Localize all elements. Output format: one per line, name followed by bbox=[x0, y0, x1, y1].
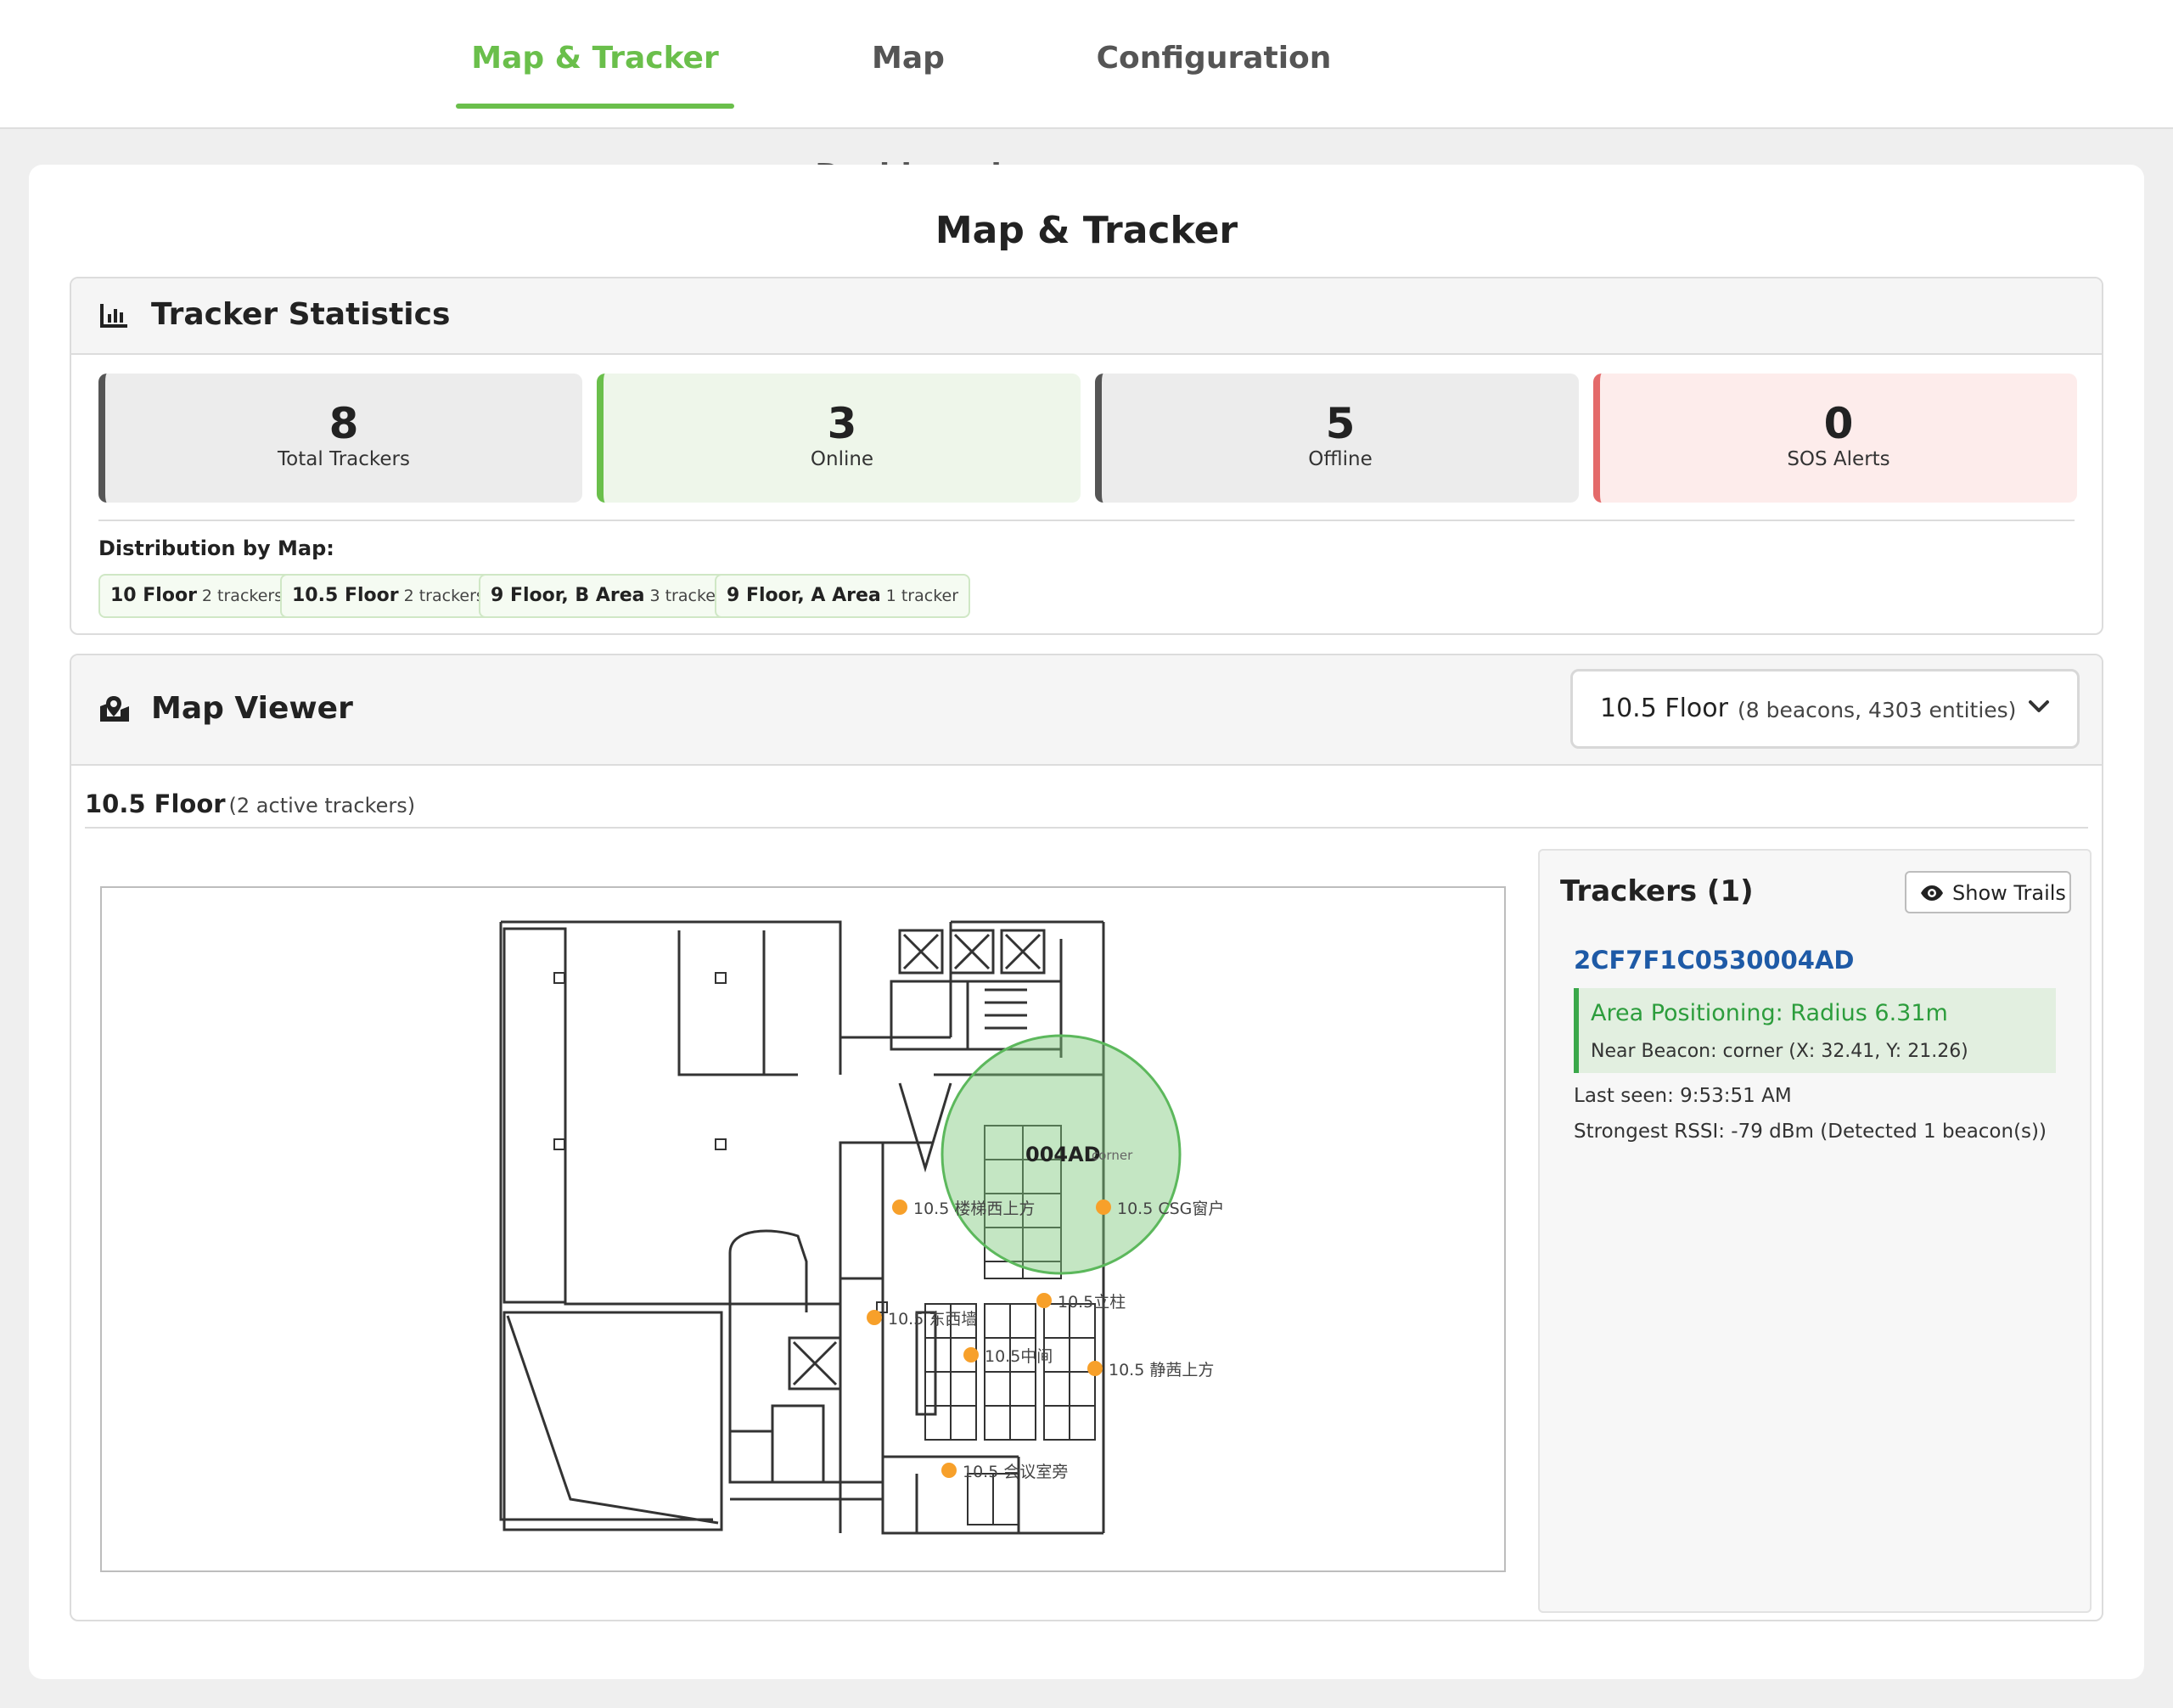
stat-label: Online bbox=[810, 448, 874, 470]
divider bbox=[85, 827, 2088, 829]
floor-map[interactable]: 10.5 楼梯西上方 10.5 CSG窗户 10.5立柱 10.5 东西墙 10… bbox=[100, 886, 1506, 1572]
show-trails-button[interactable]: Show Trails bbox=[1905, 871, 2071, 913]
selected-map-name: 10.5 Floor bbox=[1600, 694, 1728, 723]
tab-map-tracker[interactable]: Map & Tracker bbox=[456, 0, 734, 109]
beacon-label: 10.5 楼梯西上方 bbox=[913, 1200, 1035, 1218]
map-viewer-title: Map Viewer bbox=[151, 691, 353, 726]
main-card: Map & Tracker Tracker Statistics 8 Total… bbox=[29, 165, 2144, 1679]
beacon-label: 10.5 静茜上方 bbox=[1109, 1361, 1214, 1379]
beacon-dot[interactable] bbox=[892, 1200, 907, 1215]
beacon-dot[interactable] bbox=[1036, 1293, 1052, 1308]
beacon-dot[interactable] bbox=[1087, 1361, 1103, 1376]
corner-beacon-label: corner bbox=[1092, 1148, 1133, 1163]
floor-plan-svg[interactable]: 10.5 楼梯西上方 10.5 CSG窗户 10.5立柱 10.5 东西墙 10… bbox=[102, 888, 1504, 1570]
tracker-marker-label[interactable]: 004AD bbox=[1025, 1143, 1101, 1166]
map-viewer-panel: Map Viewer 10.5 Floor (8 beacons, 4303 e… bbox=[70, 654, 2103, 1621]
chip-count: 1 tracker bbox=[885, 587, 959, 605]
chip-count: 2 trackers bbox=[201, 587, 284, 605]
chevron-down-icon bbox=[2026, 694, 2052, 722]
tab-map-dashboard[interactable]: Map Dashboard bbox=[781, 0, 1036, 193]
beacon-dot[interactable] bbox=[941, 1463, 957, 1478]
map-marker-icon bbox=[98, 694, 131, 727]
stat-label: SOS Alerts bbox=[1787, 448, 1890, 470]
floor-heading: 10.5 Floor (2 active trackers) bbox=[85, 789, 415, 818]
tracker-statistics-header: Tracker Statistics bbox=[71, 278, 2102, 355]
stat-label: Offline bbox=[1308, 448, 1373, 470]
stat-value: 3 bbox=[827, 399, 857, 448]
stat-total-trackers: 8 Total Trackers bbox=[98, 374, 582, 503]
distribution-chip[interactable]: 10.5 Floor 2 trackers bbox=[280, 574, 497, 618]
bar-chart-icon bbox=[98, 302, 129, 333]
show-trails-label: Show Trails bbox=[1952, 881, 2066, 905]
stat-label: Total Trackers bbox=[278, 448, 410, 470]
distribution-label: Distribution by Map: bbox=[98, 537, 334, 560]
floor-meta: (2 active trackers) bbox=[228, 794, 416, 817]
chip-name: 10.5 Floor bbox=[292, 585, 399, 606]
beacon-label: 10.5 会议室旁 bbox=[963, 1463, 1068, 1481]
chip-name: 10 Floor bbox=[110, 585, 197, 606]
eye-icon bbox=[1920, 885, 1944, 905]
beacon-label: 10.5 东西墙 bbox=[888, 1310, 977, 1329]
beacon-label: 10.5立柱 bbox=[1058, 1293, 1126, 1312]
tab-configuration[interactable]: Configuration bbox=[1095, 0, 1333, 109]
positioning-text: Area Positioning: Radius 6.31m bbox=[1591, 1000, 1948, 1026]
distribution-chip[interactable]: 9 Floor, A Area 1 tracker bbox=[715, 574, 971, 618]
area-positioning-box: Area Positioning: Radius 6.31m Near Beac… bbox=[1574, 988, 2056, 1073]
beacon-label: 10.5中间 bbox=[985, 1347, 1053, 1366]
beacon-dot[interactable] bbox=[963, 1347, 979, 1362]
chip-count: 2 trackers bbox=[403, 587, 485, 605]
beacon-dot[interactable] bbox=[867, 1310, 882, 1325]
column-markers bbox=[553, 972, 888, 1313]
stat-value: 5 bbox=[1325, 399, 1356, 448]
trackers-panel: Trackers (1) Show Trails 2CF7F1C0530004A… bbox=[1538, 849, 2092, 1613]
chip-name: 9 Floor, B Area bbox=[491, 585, 645, 606]
map-viewer-header: Map Viewer 10.5 Floor (8 beacons, 4303 e… bbox=[71, 655, 2102, 766]
map-select-dropdown[interactable]: 10.5 Floor (8 beacons, 4303 entities) bbox=[1570, 669, 2080, 749]
divider bbox=[98, 520, 2075, 521]
top-navigation: Map & Tracker Map Dashboard Configuratio… bbox=[0, 0, 2173, 193]
stat-online: 3 Online bbox=[597, 374, 1081, 503]
beacon-dot[interactable] bbox=[1096, 1200, 1111, 1215]
tracker-id-link[interactable]: 2CF7F1C0530004AD bbox=[1574, 946, 1854, 975]
chip-name: 9 Floor, A Area bbox=[727, 585, 881, 606]
stat-value: 8 bbox=[328, 399, 359, 448]
floor-name: 10.5 Floor bbox=[85, 789, 226, 818]
stat-offline: 5 Offline bbox=[1095, 374, 1579, 503]
page-title: Map & Tracker bbox=[935, 209, 1238, 252]
distribution-chip[interactable]: 10 Floor 2 trackers bbox=[98, 574, 295, 618]
stat-sos-alerts: 0 SOS Alerts bbox=[1593, 374, 2077, 503]
distribution-chip[interactable]: 9 Floor, B Area 3 trackers bbox=[479, 574, 743, 618]
selected-map-meta: (8 beacons, 4303 entities) bbox=[1738, 698, 2017, 722]
near-beacon-text: Near Beacon: corner (X: 32.41, Y: 21.26) bbox=[1591, 1041, 1968, 1062]
beacon-label: 10.5 CSG窗户 bbox=[1117, 1200, 1224, 1218]
trackers-title: Trackers (1) bbox=[1560, 874, 1754, 908]
stat-value: 0 bbox=[1823, 399, 1854, 448]
tracker-statistics-panel: Tracker Statistics 8 Total Trackers 3 On… bbox=[70, 277, 2103, 635]
tracker-statistics-title: Tracker Statistics bbox=[151, 297, 451, 332]
rssi-text: Strongest RSSI: -79 dBm (Detected 1 beac… bbox=[1574, 1121, 2047, 1143]
last-seen-text: Last seen: 9:53:51 AM bbox=[1574, 1085, 1792, 1107]
